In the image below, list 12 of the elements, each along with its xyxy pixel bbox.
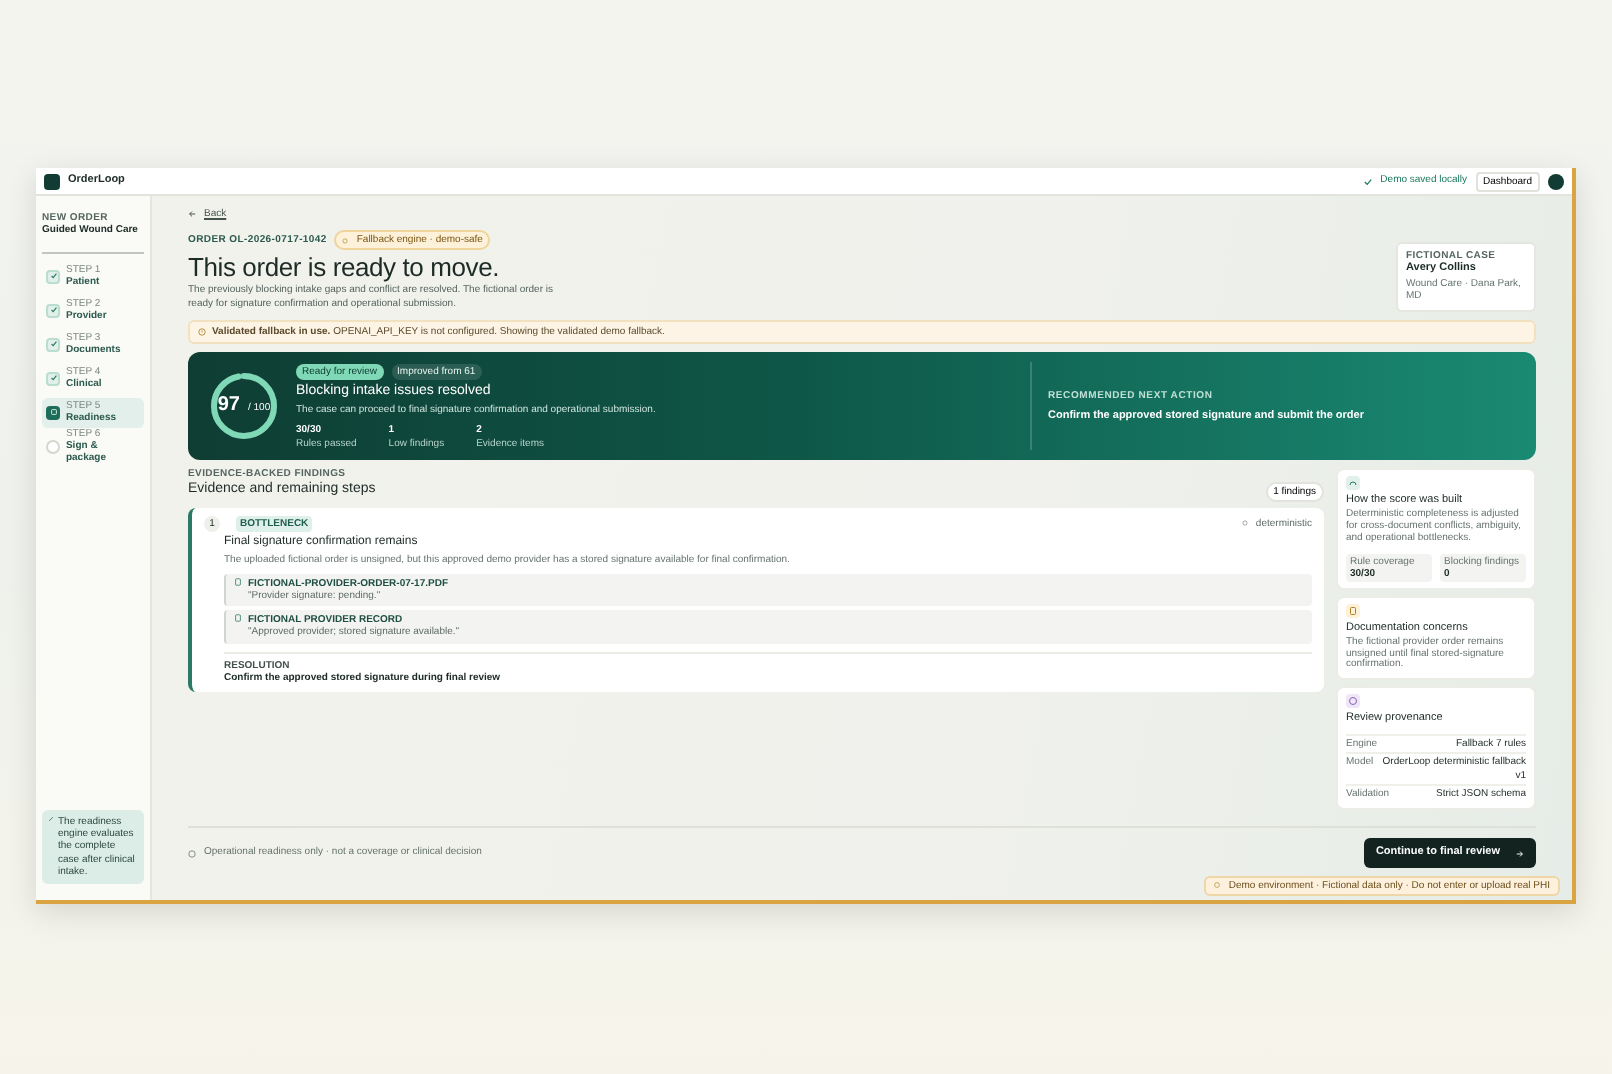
gauge-icon	[1346, 476, 1360, 491]
score-value: 97	[217, 394, 240, 420]
document-icon	[1346, 604, 1360, 619]
page-headline: This order is ready to move.	[188, 251, 502, 283]
document-icon	[234, 577, 242, 586]
shield-icon	[1346, 694, 1360, 709]
logo-icon	[44, 173, 60, 189]
document-icon	[234, 614, 242, 623]
check-icon	[1364, 177, 1373, 185]
arrow-right-icon	[1516, 849, 1524, 858]
back-arrow-icon	[188, 210, 196, 219]
avatar-icon[interactable]	[1548, 173, 1564, 189]
